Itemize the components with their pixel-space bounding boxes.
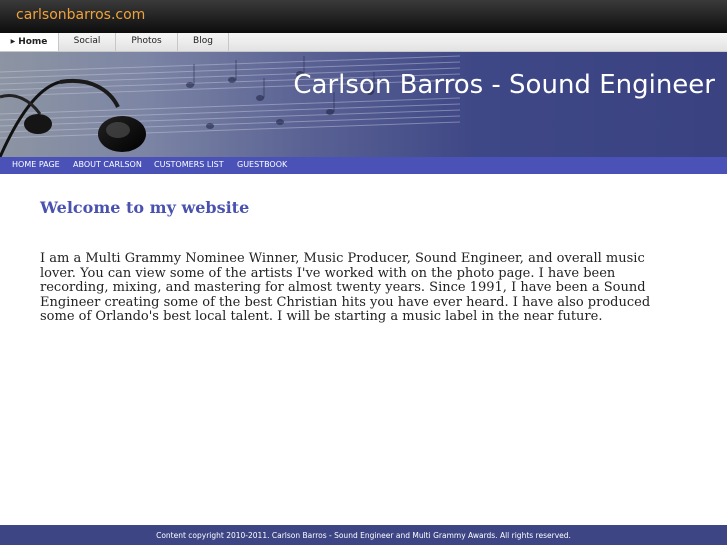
tab-bar: ▶ Home Social Photos Blog [0,33,727,52]
banner-title: Carlson Barros - Sound Engineer [293,70,715,100]
nav-guestbook[interactable]: GUESTBOOK [237,157,287,173]
tab-social[interactable]: Social [59,33,116,51]
tab-photos[interactable]: Photos [116,33,178,51]
tab-label: Home [18,37,48,47]
main-nav: HOME PAGE ABOUT CARLSON CUSTOMERS LIST G… [0,157,727,174]
tab-label: Blog [193,36,213,46]
nav-home-page[interactable]: HOME PAGE [12,157,60,173]
nav-about-carlson[interactable]: ABOUT CARLSON [73,157,142,173]
page-heading: Welcome to my website [40,198,250,217]
footer-copyright: Content copyright 2010-2011. Carlson Bar… [0,525,727,545]
site-name-link[interactable]: carlsonbarros.com [16,7,145,23]
intro-paragraph: I am a Multi Grammy Nominee Winner, Musi… [40,251,651,325]
tab-label: Social [73,36,101,46]
tab-label: Photos [131,36,162,46]
tab-blog[interactable]: Blog [178,33,229,51]
headphones-sheet-music-image [0,55,461,157]
header-banner: Carlson Barros - Sound Engineer [0,52,727,157]
top-bar: carlsonbarros.com [0,0,727,33]
tab-home[interactable]: ▶ Home [0,33,59,51]
triangle-right-icon: ▶ [10,38,16,45]
nav-customers-list[interactable]: CUSTOMERS LIST [154,157,224,173]
